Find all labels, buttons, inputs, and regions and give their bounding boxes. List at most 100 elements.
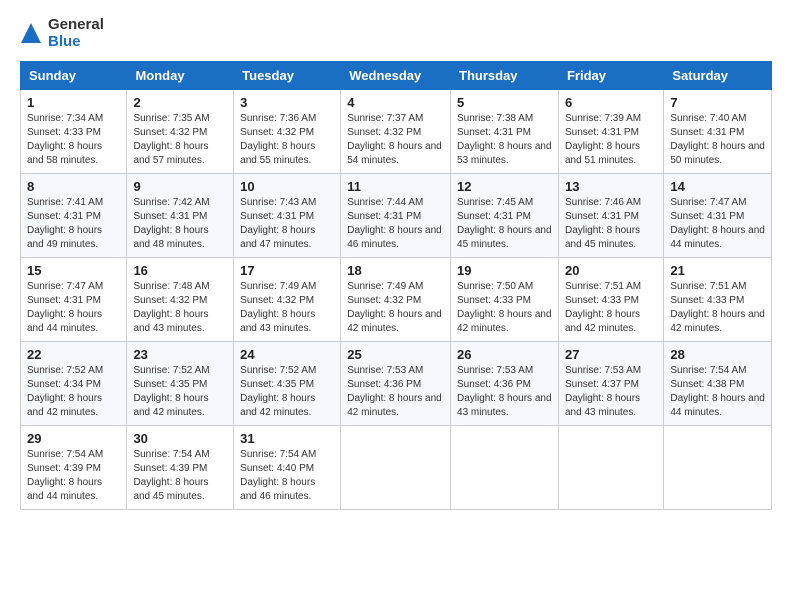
day-number: 6 [565, 95, 657, 110]
day-number: 26 [457, 347, 552, 362]
calendar-cell: 26Sunrise: 7:53 AMSunset: 4:36 PMDayligh… [451, 341, 559, 425]
calendar-cell: 4Sunrise: 7:37 AMSunset: 4:32 PMDaylight… [341, 89, 451, 173]
day-info: Sunrise: 7:50 AMSunset: 4:33 PMDaylight:… [457, 280, 552, 336]
day-info: Sunrise: 7:46 AMSunset: 4:31 PMDaylight:… [565, 196, 657, 252]
calendar-cell: 11 Sunrise: 7:44 AMSunset: 4:31 PMDayligh… [341, 173, 451, 257]
calendar-cell: 27 Sunrise: 7:53 AMSunset: 4:37 PMDayligh… [558, 341, 663, 425]
day-number: 20 [565, 263, 657, 278]
calendar-week-row: 22 Sunrise: 7:52 AMSunset: 4:34 PMDayligh… [21, 341, 772, 425]
day-number: 14 [670, 179, 765, 194]
day-info: Sunrise: 7:47 AMSunset: 4:31 PMDaylight:… [670, 196, 765, 252]
day-info: Sunrise: 7:44 AMSunset: 4:31 PMDaylight:… [347, 196, 444, 252]
day-number: 18 [347, 263, 444, 278]
calendar-cell: 22 Sunrise: 7:52 AMSunset: 4:34 PMDayligh… [21, 341, 127, 425]
calendar-cell: 14 Sunrise: 7:47 AMSunset: 4:31 PMDayligh… [664, 173, 772, 257]
day-number: 13 [565, 179, 657, 194]
calendar-cell: 16 Sunrise: 7:48 AMSunset: 4:32 PMDayligh… [127, 257, 234, 341]
calendar-cell: 31Sunrise: 7:54 AMSunset: 4:40 PMDayligh… [234, 425, 341, 509]
day-info: Sunrise: 7:42 AMSunset: 4:31 PMDaylight:… [133, 196, 227, 252]
calendar-cell: 2 Sunrise: 7:35 AMSunset: 4:32 PMDaylight… [127, 89, 234, 173]
day-info: Sunrise: 7:43 AMSunset: 4:31 PMDaylight:… [240, 196, 334, 252]
day-number: 5 [457, 95, 552, 110]
day-info: Sunrise: 7:53 AMSunset: 4:37 PMDaylight:… [565, 364, 657, 420]
day-info: Sunrise: 7:35 AMSunset: 4:32 PMDaylight:… [133, 112, 227, 168]
day-info: Sunrise: 7:41 AMSunset: 4:31 PMDaylight:… [27, 196, 120, 252]
calendar-cell: 30 Sunrise: 7:54 AMSunset: 4:39 PMDayligh… [127, 425, 234, 509]
day-number: 2 [133, 95, 227, 110]
calendar-cell: 1 Sunrise: 7:34 AMSunset: 4:33 PMDaylight… [21, 89, 127, 173]
header-row: General Blue [20, 16, 772, 51]
calendar-cell: 15Sunrise: 7:47 AMSunset: 4:31 PMDayligh… [21, 257, 127, 341]
day-number: 4 [347, 95, 444, 110]
day-number: 11 [347, 179, 444, 194]
day-number: 27 [565, 347, 657, 362]
calendar-header-row: SundayMondayTuesdayWednesdayThursdayFrid… [21, 61, 772, 89]
day-info: Sunrise: 7:38 AMSunset: 4:31 PMDaylight:… [457, 112, 552, 168]
calendar-cell: 10 Sunrise: 7:43 AMSunset: 4:31 PMDayligh… [234, 173, 341, 257]
calendar-cell: 7 Sunrise: 7:40 AMSunset: 4:31 PMDaylight… [664, 89, 772, 173]
calendar-cell: 20 Sunrise: 7:51 AMSunset: 4:33 PMDayligh… [558, 257, 663, 341]
weekday-header: Monday [127, 61, 234, 89]
calendar-cell: 19 Sunrise: 7:50 AMSunset: 4:33 PMDayligh… [451, 257, 559, 341]
day-number: 30 [133, 431, 227, 446]
logo: General Blue [20, 16, 104, 51]
calendar-cell [341, 425, 451, 509]
day-info: Sunrise: 7:52 AMSunset: 4:34 PMDaylight:… [27, 364, 120, 420]
day-info: Sunrise: 7:48 AMSunset: 4:32 PMDaylight:… [133, 280, 227, 336]
day-number: 23 [133, 347, 227, 362]
day-number: 3 [240, 95, 334, 110]
logo-triangle-icon [20, 22, 42, 44]
calendar-cell [558, 425, 663, 509]
day-info: Sunrise: 7:51 AMSunset: 4:33 PMDaylight:… [565, 280, 657, 336]
day-info: Sunrise: 7:54 AMSunset: 4:40 PMDaylight:… [240, 448, 334, 504]
calendar-week-row: 1 Sunrise: 7:34 AMSunset: 4:33 PMDaylight… [21, 89, 772, 173]
day-number: 16 [133, 263, 227, 278]
calendar-cell: 24Sunrise: 7:52 AMSunset: 4:35 PMDayligh… [234, 341, 341, 425]
calendar-week-row: 8 Sunrise: 7:41 AMSunset: 4:31 PMDaylight… [21, 173, 772, 257]
day-number: 15 [27, 263, 120, 278]
weekday-header: Sunday [21, 61, 127, 89]
day-number: 29 [27, 431, 120, 446]
day-number: 8 [27, 179, 120, 194]
day-number: 1 [27, 95, 120, 110]
day-info: Sunrise: 7:40 AMSunset: 4:31 PMDaylight:… [670, 112, 765, 168]
day-info: Sunrise: 7:54 AMSunset: 4:38 PMDaylight:… [670, 364, 765, 420]
day-number: 22 [27, 347, 120, 362]
calendar-cell: 13 Sunrise: 7:46 AMSunset: 4:31 PMDayligh… [558, 173, 663, 257]
day-number: 28 [670, 347, 765, 362]
day-info: Sunrise: 7:54 AMSunset: 4:39 PMDaylight:… [27, 448, 120, 504]
day-info: Sunrise: 7:49 AMSunset: 4:32 PMDaylight:… [240, 280, 334, 336]
calendar-cell: 28 Sunrise: 7:54 AMSunset: 4:38 PMDayligh… [664, 341, 772, 425]
weekday-header: Saturday [664, 61, 772, 89]
calendar-cell: 9 Sunrise: 7:42 AMSunset: 4:31 PMDaylight… [127, 173, 234, 257]
logo-line2: Blue [48, 33, 104, 50]
day-info: Sunrise: 7:39 AMSunset: 4:31 PMDaylight:… [565, 112, 657, 168]
day-info: Sunrise: 7:53 AMSunset: 4:36 PMDaylight:… [347, 364, 444, 420]
calendar-cell [451, 425, 559, 509]
day-info: Sunrise: 7:49 AMSunset: 4:32 PMDaylight:… [347, 280, 444, 336]
calendar-cell [664, 425, 772, 509]
day-number: 24 [240, 347, 334, 362]
day-number: 7 [670, 95, 765, 110]
calendar-cell: 21Sunrise: 7:51 AMSunset: 4:33 PMDayligh… [664, 257, 772, 341]
logo-line1: General [48, 16, 104, 33]
calendar-cell: 5 Sunrise: 7:38 AMSunset: 4:31 PMDaylight… [451, 89, 559, 173]
weekday-header: Thursday [451, 61, 559, 89]
day-info: Sunrise: 7:54 AMSunset: 4:39 PMDaylight:… [133, 448, 227, 504]
calendar-cell: 29 Sunrise: 7:54 AMSunset: 4:39 PMDayligh… [21, 425, 127, 509]
day-number: 10 [240, 179, 334, 194]
calendar-week-row: 15Sunrise: 7:47 AMSunset: 4:31 PMDayligh… [21, 257, 772, 341]
day-info: Sunrise: 7:36 AMSunset: 4:32 PMDaylight:… [240, 112, 334, 168]
calendar-cell: 17Sunrise: 7:49 AMSunset: 4:32 PMDayligh… [234, 257, 341, 341]
day-info: Sunrise: 7:45 AMSunset: 4:31 PMDaylight:… [457, 196, 552, 252]
weekday-header: Friday [558, 61, 663, 89]
calendar-cell: 12 Sunrise: 7:45 AMSunset: 4:31 PMDayligh… [451, 173, 559, 257]
day-info: Sunrise: 7:52 AMSunset: 4:35 PMDaylight:… [133, 364, 227, 420]
calendar-table: SundayMondayTuesdayWednesdayThursdayFrid… [20, 61, 772, 510]
day-info: Sunrise: 7:34 AMSunset: 4:33 PMDaylight:… [27, 112, 120, 168]
calendar-week-row: 29 Sunrise: 7:54 AMSunset: 4:39 PMDayligh… [21, 425, 772, 509]
weekday-header: Tuesday [234, 61, 341, 89]
day-number: 12 [457, 179, 552, 194]
day-number: 9 [133, 179, 227, 194]
day-number: 19 [457, 263, 552, 278]
